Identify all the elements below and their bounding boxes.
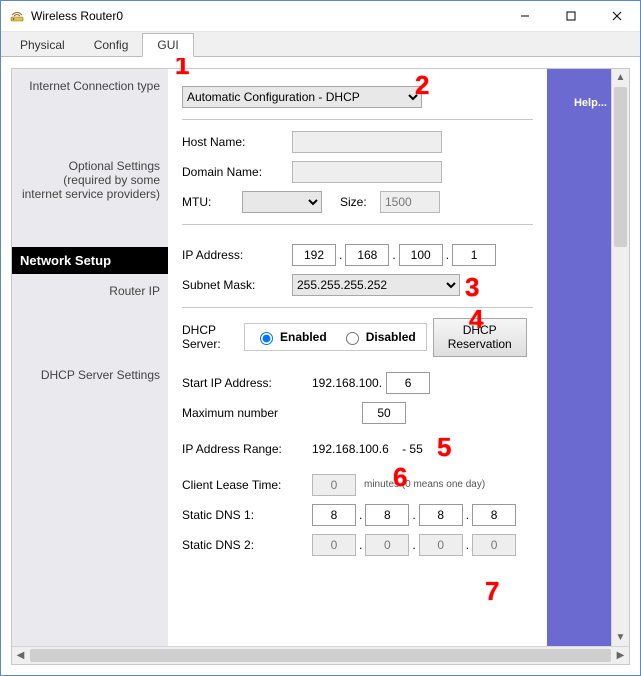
app-window: Wireless Router0 Physical Config GUI Int… (0, 0, 641, 676)
dns1-octet-2[interactable] (365, 504, 409, 526)
form-area: Automatic Configuration - DHCP Host Name… (168, 69, 547, 646)
max-users-label: Maximum number (182, 406, 312, 420)
mtu-size-input[interactable] (380, 191, 440, 213)
dhcp-server-radio-group: Enabled Disabled (244, 323, 427, 351)
section-label-router-ip: Router IP (12, 274, 168, 358)
dns2-octet-4[interactable] (472, 534, 516, 556)
subnet-mask-label: Subnet Mask: (182, 278, 292, 292)
window-close-button[interactable] (594, 1, 640, 31)
ip-range-label: IP Address Range: (182, 442, 312, 456)
scroll-left-icon[interactable]: ◀ (12, 647, 29, 664)
scroll-up-icon[interactable]: ▲ (612, 69, 629, 86)
tabs-bar: Physical Config GUI (1, 32, 640, 57)
static-dns1-label: Static DNS 1: (182, 508, 312, 522)
lease-time-input[interactable] (312, 474, 356, 496)
mtu-select[interactable] (242, 191, 322, 213)
titlebar: Wireless Router0 (1, 1, 640, 32)
host-name-input[interactable] (292, 131, 442, 153)
tab-gui[interactable]: GUI (142, 33, 193, 57)
subnet-mask-select[interactable]: 255.255.255.252 (292, 274, 460, 296)
divider (182, 224, 533, 225)
start-ip-last-input[interactable] (386, 372, 430, 394)
scroll-thumb-h[interactable] (30, 649, 611, 662)
help-link[interactable]: Help... (574, 97, 607, 109)
dns1-octet-3[interactable] (419, 504, 463, 526)
scroll-area: Internet Connection type Optional Settin… (11, 68, 630, 665)
window-minimize-button[interactable] (502, 1, 548, 31)
dhcp-disabled-radio[interactable]: Disabled (341, 329, 416, 345)
dns1-octet-1[interactable] (312, 504, 356, 526)
tab-physical[interactable]: Physical (5, 33, 80, 56)
dhcp-server-label: DHCP Server: (182, 323, 238, 351)
dns1-octet-4[interactable] (472, 504, 516, 526)
dhcp-reservation-button[interactable]: DHCP Reservation (433, 318, 527, 357)
mtu-label: MTU: (182, 195, 242, 209)
ip-octet-3[interactable] (399, 244, 443, 266)
host-name-label: Host Name: (182, 135, 292, 149)
left-column: Internet Connection type Optional Settin… (12, 69, 168, 646)
lease-time-label: Client Lease Time: (182, 478, 312, 492)
ip-range-value: 192.168.100.6 - 55 (312, 442, 423, 456)
vertical-scrollbar[interactable]: ▲ ▼ (611, 69, 629, 646)
dns2-octet-2[interactable] (365, 534, 409, 556)
router-gui-frame: Internet Connection type Optional Settin… (12, 69, 629, 646)
tab-config[interactable]: Config (79, 33, 144, 56)
ip-octet-2[interactable] (345, 244, 389, 266)
dhcp-enabled-input[interactable] (260, 332, 273, 345)
app-icon (9, 8, 25, 24)
divider (182, 307, 533, 308)
dhcp-disabled-input[interactable] (346, 332, 359, 345)
max-users-input[interactable] (362, 402, 406, 424)
domain-name-input[interactable] (292, 161, 442, 183)
mtu-size-label: Size: (340, 195, 380, 209)
divider (182, 119, 533, 120)
window-title: Wireless Router0 (31, 9, 502, 23)
scroll-thumb[interactable] (614, 87, 627, 247)
scroll-down-icon[interactable]: ▼ (612, 629, 629, 646)
ip-octet-4[interactable] (452, 244, 496, 266)
section-label-internet-connection-type: Internet Connection type (12, 69, 168, 149)
main-pane: Automatic Configuration - DHCP Host Name… (168, 69, 629, 646)
scroll-right-icon[interactable]: ▶ (612, 647, 629, 664)
section-banner-network-setup: Network Setup (12, 247, 168, 274)
start-ip-label: Start IP Address: (182, 376, 312, 390)
ip-address-label: IP Address: (182, 248, 292, 262)
horizontal-scrollbar[interactable]: ◀ ▶ (12, 646, 629, 664)
ip-octet-1[interactable] (292, 244, 336, 266)
section-label-dhcp-server-settings: DHCP Server Settings (12, 358, 168, 392)
start-ip-prefix: 192.168.100. (312, 376, 382, 390)
static-dns2-label: Static DNS 2: (182, 538, 312, 552)
help-sidebar: Help... (547, 69, 611, 646)
domain-name-label: Domain Name: (182, 165, 292, 179)
dhcp-enabled-radio[interactable]: Enabled (255, 329, 327, 345)
lease-time-units: minutes (0 means one day) (364, 479, 485, 490)
tab-content: Internet Connection type Optional Settin… (1, 57, 640, 675)
window-maximize-button[interactable] (548, 1, 594, 31)
section-label-optional-settings: Optional Settings (required by some inte… (12, 149, 168, 247)
dns2-octet-3[interactable] (419, 534, 463, 556)
internet-connection-type-select[interactable]: Automatic Configuration - DHCP (182, 86, 422, 108)
dns2-octet-1[interactable] (312, 534, 356, 556)
